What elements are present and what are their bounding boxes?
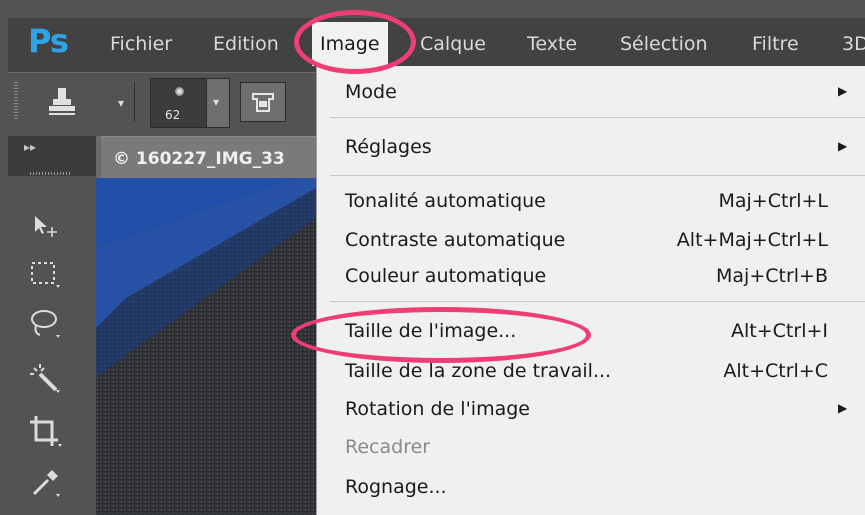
photoshop-window: Ps Fichier Edition Image Calque Texte Sé…: [0, 0, 865, 515]
menu-separator: [330, 301, 865, 302]
magic-wand-icon[interactable]: [22, 358, 66, 398]
options-bar-grip[interactable]: [14, 82, 18, 120]
menu-item-rotation-image[interactable]: Rotation de l'image: [345, 398, 530, 420]
shortcut-couleur-auto: Maj+Ctrl+B: [716, 265, 828, 287]
lasso-tool-icon[interactable]: [22, 303, 66, 343]
menu-calque[interactable]: Calque: [420, 33, 486, 55]
brush-size-label: 62: [165, 108, 181, 122]
shortcut-taille-image: Alt+Ctrl+I: [731, 320, 828, 342]
menu-edition[interactable]: Edition: [213, 33, 279, 55]
menu-item-taille-zone-travail[interactable]: Taille de la zone de travail...: [345, 360, 611, 382]
menu-separator: [330, 117, 865, 118]
menu-fichier[interactable]: Fichier: [110, 33, 172, 55]
document-canvas[interactable]: [96, 178, 316, 515]
menu-filtre[interactable]: Filtre: [752, 33, 799, 55]
menu-item-recadrer: Recadrer: [345, 436, 431, 458]
crop-tool-icon[interactable]: [22, 410, 66, 450]
tools-panel-header: [8, 136, 96, 176]
eyedropper-icon[interactable]: [22, 462, 66, 502]
shortcut-contraste-auto: Alt+Maj+Ctrl+L: [676, 229, 828, 251]
expand-panel-icon[interactable]: ▸▸: [24, 140, 36, 154]
menu-selection[interactable]: Sélection: [620, 33, 708, 55]
photo-image: [96, 178, 316, 515]
tool-preset-dropdown-icon[interactable]: ▾: [118, 96, 124, 110]
submenu-arrow-icon: ▶: [838, 401, 848, 415]
menu-texte[interactable]: Texte: [527, 33, 577, 55]
tools-panel-grip[interactable]: [30, 172, 70, 175]
menu-item-tonalite-auto[interactable]: Tonalité automatique: [345, 190, 546, 212]
photoshop-logo: Ps: [28, 22, 69, 60]
menu-separator: [330, 175, 865, 176]
clone-stamp-icon[interactable]: [40, 84, 84, 120]
menu-item-mode[interactable]: Mode: [345, 81, 397, 103]
menu-item-contraste-auto[interactable]: Contraste automatique: [345, 229, 565, 251]
highlight-oval-taille-image: [291, 307, 591, 363]
highlight-oval-image-menu: [294, 10, 416, 74]
menu-item-rognage[interactable]: Rognage...: [345, 476, 447, 498]
brush-tip-icon: [175, 87, 184, 96]
submenu-arrow-icon: ▶: [838, 84, 848, 98]
clone-source-icon: [252, 93, 274, 112]
menu-item-reglages[interactable]: Réglages: [345, 136, 432, 158]
menu-3d[interactable]: 3D: [842, 33, 865, 55]
chevron-down-icon: ▾: [213, 95, 220, 109]
shortcut-tonalite-auto: Maj+Ctrl+L: [718, 190, 828, 212]
document-tab-title: © 160227_IMG_33: [113, 149, 285, 169]
menu-item-couleur-auto[interactable]: Couleur automatique: [345, 265, 546, 287]
brush-dropdown-button[interactable]: ▾: [206, 78, 230, 128]
clone-source-button[interactable]: [240, 82, 286, 122]
marquee-tool-icon[interactable]: [22, 253, 66, 293]
submenu-arrow-icon: ▶: [838, 139, 848, 153]
options-separator: [134, 82, 135, 122]
shortcut-taille-zone-travail: Alt+Ctrl+C: [723, 360, 828, 382]
move-tool-icon[interactable]: [22, 203, 66, 243]
